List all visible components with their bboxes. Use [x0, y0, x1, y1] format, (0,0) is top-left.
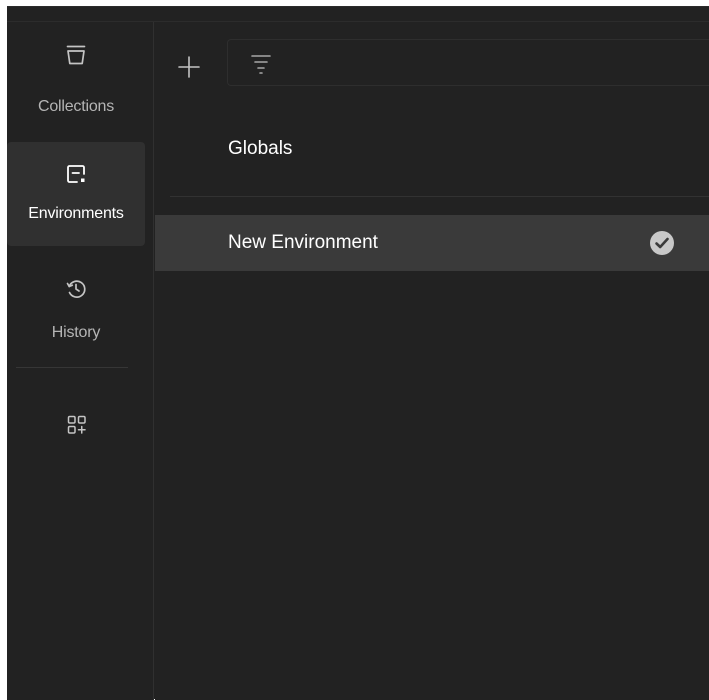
sidebar: Collections Environments History — [7, 22, 154, 700]
filter-input[interactable] — [227, 39, 709, 86]
check-circle-icon[interactable] — [649, 230, 675, 256]
sidebar-divider — [16, 367, 128, 368]
environments-panel: Globals New Environment — [155, 22, 709, 700]
sidebar-item-label: History — [51, 324, 101, 341]
app-window: Collections Environments History Globals… — [7, 6, 709, 700]
list-item-globals[interactable]: Globals — [155, 117, 709, 197]
sidebar-item-environments[interactable]: Environments — [7, 142, 145, 246]
plus-icon[interactable] — [177, 55, 201, 79]
list-divider — [170, 196, 709, 197]
sidebar-item-collections[interactable]: Collections — [7, 26, 145, 130]
sidebar-item-label: Collections — [37, 98, 115, 115]
filter-icon — [249, 52, 273, 76]
list-item-label: New Environment — [228, 232, 378, 253]
sidebar-item-history[interactable]: History — [7, 260, 145, 364]
top-strip — [7, 7, 709, 22]
history-icon — [65, 278, 87, 300]
sidebar-item-label: Environments — [28, 205, 124, 222]
list-item-environment[interactable]: New Environment — [155, 215, 709, 271]
add-widget-icon[interactable] — [66, 414, 88, 436]
list-item-label: Globals — [228, 138, 293, 159]
collections-icon — [65, 44, 87, 66]
environments-icon — [65, 163, 87, 185]
